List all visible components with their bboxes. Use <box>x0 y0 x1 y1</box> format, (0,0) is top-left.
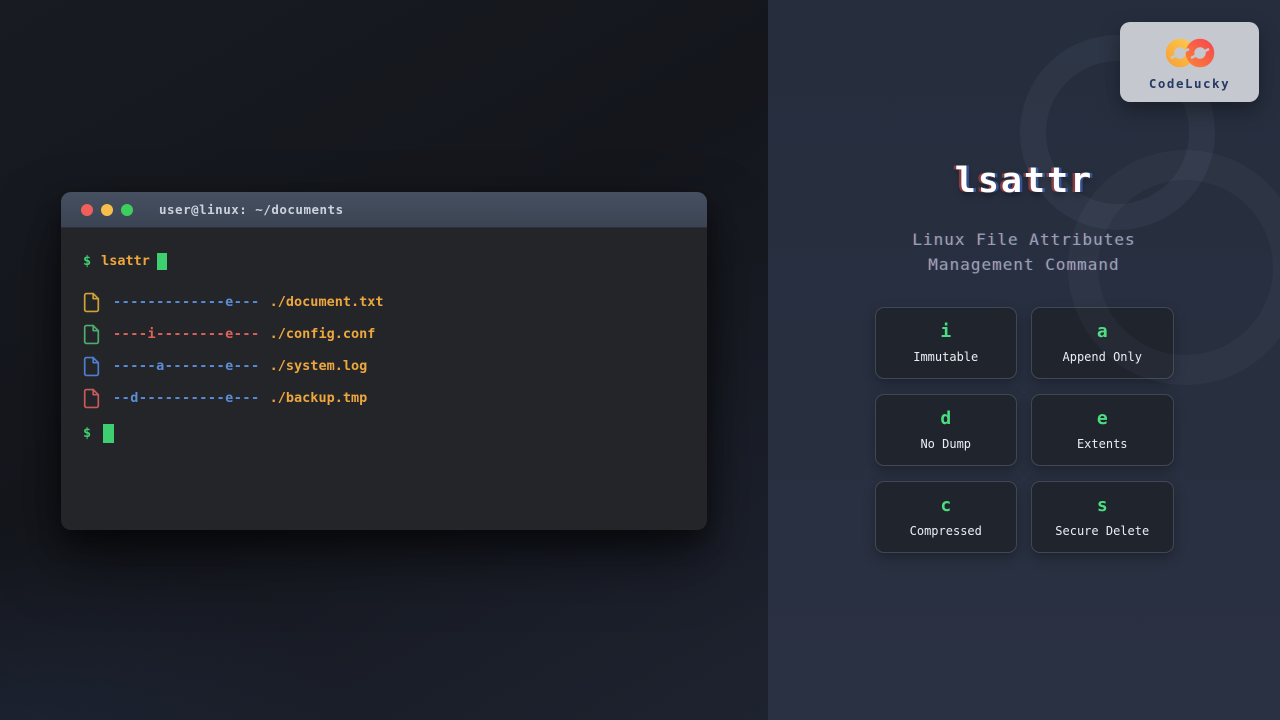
terminal-title: user@linux: ~/documents <box>159 202 344 217</box>
attribute-card: d No Dump <box>875 394 1018 466</box>
cursor-block <box>157 253 167 270</box>
screenshot-root: user@linux: ~/documents $ lsattr <box>0 0 1280 720</box>
attribute-label: Compressed <box>910 524 982 538</box>
attribute-label: Extents <box>1077 437 1128 451</box>
terminal-titlebar: user@linux: ~/documents <box>61 192 707 228</box>
idle-prompt-line: $ <box>83 423 685 443</box>
attribute-card: e Extents <box>1031 394 1174 466</box>
attribute-flags: --d----------e--- <box>113 390 260 406</box>
attribute-card: i Immutable <box>875 307 1018 379</box>
minimize-button[interactable] <box>101 204 113 216</box>
cursor-block <box>103 424 114 443</box>
attribute-card: c Compressed <box>875 481 1018 553</box>
file-name: ./backup.tmp <box>270 390 368 406</box>
command-line: $ lsattr <box>83 251 685 271</box>
logo-wordmark: CodeLucky <box>1149 76 1230 91</box>
file-name: ./document.txt <box>270 294 384 310</box>
terminal-background-panel: user@linux: ~/documents $ lsattr <box>0 0 768 720</box>
file-row: --d----------e--- ./backup.tmp <box>83 382 685 414</box>
file-icon <box>83 292 100 313</box>
maximize-button[interactable] <box>121 204 133 216</box>
close-button[interactable] <box>81 204 93 216</box>
attribute-flags: -----a-------e--- <box>113 358 260 374</box>
info-panel: CodeLucky lsattr Linux File Attributes M… <box>768 0 1280 720</box>
file-name: ./system.log <box>270 358 368 374</box>
file-icon <box>83 356 100 377</box>
file-row: -------------e--- ./document.txt <box>83 286 685 318</box>
attribute-label: Immutable <box>913 350 978 364</box>
infinity-logo-icon <box>1161 36 1219 74</box>
terminal-window: user@linux: ~/documents $ lsattr <box>61 192 707 530</box>
prompt-symbol: $ <box>83 253 91 269</box>
file-icon <box>83 324 100 345</box>
attribute-flag-letter: s <box>1097 497 1108 515</box>
lsattr-output: -------------e--- ./document.txt ----i--… <box>83 286 685 414</box>
attribute-flag-letter: d <box>940 410 951 428</box>
attribute-flag-letter: i <box>940 323 951 341</box>
file-name: ./config.conf <box>270 326 376 342</box>
file-row: ----i--------e--- ./config.conf <box>83 318 685 350</box>
attribute-flag-letter: e <box>1097 410 1108 428</box>
command-text: lsattr <box>101 253 150 269</box>
attribute-flags: ----i--------e--- <box>113 326 260 342</box>
file-icon <box>83 388 100 409</box>
codelucky-logo-badge: CodeLucky <box>1120 22 1259 102</box>
attribute-label: Secure Delete <box>1055 524 1149 538</box>
attribute-flag-letter: c <box>940 497 951 515</box>
terminal-body[interactable]: $ lsattr -------------e--- <box>61 228 707 443</box>
attribute-label: No Dump <box>920 437 971 451</box>
prompt-symbol: $ <box>83 425 91 441</box>
file-row: -----a-------e--- ./system.log <box>83 350 685 382</box>
attribute-card: s Secure Delete <box>1031 481 1174 553</box>
attribute-flags: -------------e--- <box>113 294 260 310</box>
